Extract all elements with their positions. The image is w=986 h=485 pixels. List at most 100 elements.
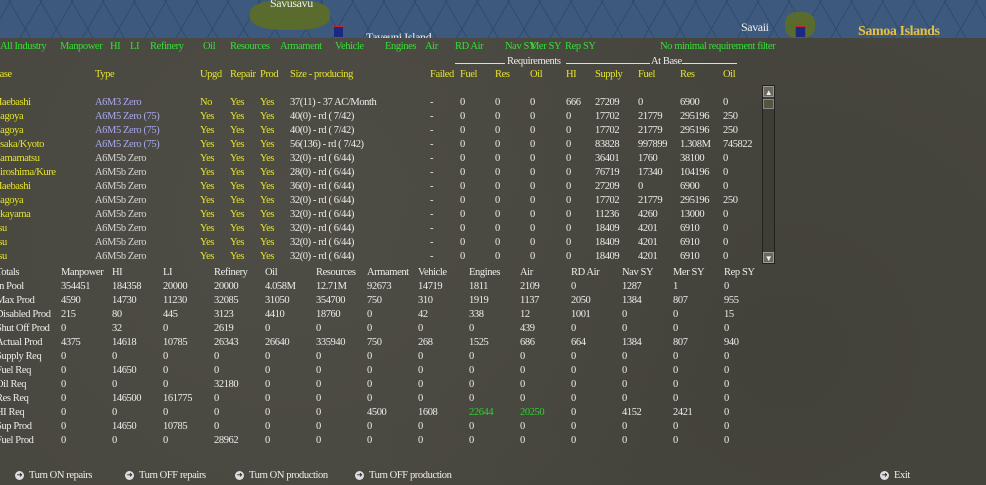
totals-value: 0 [214,421,219,432]
req-oil: 0 [530,153,535,164]
aircraft-type[interactable]: A6M5b Zero [95,195,147,206]
column-header[interactable]: Repair [230,69,256,80]
scroll-up-icon[interactable]: ▲ [763,86,774,97]
column-header[interactable]: Size - producing [290,69,353,80]
size-producing: 36(0) - rd ( 6/44) [290,181,354,192]
aircraft-type[interactable]: A6M5b Zero [95,237,147,248]
filter-oil[interactable]: Oil [203,41,216,52]
totals-value: 335940 [316,337,346,348]
base-name[interactable]: Okayama [0,209,31,220]
filter-manpower[interactable]: Manpower [60,41,103,52]
totals-header: Resources [316,267,356,278]
filter-mer-sy[interactable]: Mer SY [530,41,562,52]
filter-engines[interactable]: Engines [385,41,416,52]
totals-value: 0 [520,351,525,362]
filter-hi[interactable]: HI [110,41,121,52]
totals-value: 0 [163,323,168,334]
column-header[interactable]: Fuel [638,69,655,80]
action-exit-button[interactable]: ➜ Exit [880,470,910,481]
map-strip[interactable]: Savusavu Taveuni Island Savaii Samoa Isl… [0,0,986,38]
base-name[interactable]: Maebashi [0,97,31,108]
action-turn-off-repairs-button[interactable]: ➜ Turn OFF repairs [125,470,206,481]
base-name[interactable]: Nagoya [0,195,24,206]
totals-value: 10785 [163,421,188,432]
production: Yes [260,251,275,262]
flag-icon[interactable] [333,26,344,38]
aircraft-type[interactable]: A6M3 Zero [95,97,142,108]
repair: Yes [230,209,245,220]
filter-rd-air[interactable]: RD Air [455,41,484,52]
filter-vehicle[interactable]: Vehicle [335,41,364,52]
base-name[interactable]: Tsu [0,237,7,248]
column-header[interactable]: Failed [430,69,454,80]
base-name[interactable]: Osaka/Kyoto [0,139,44,150]
totals-value: 0 [265,393,270,404]
totals-value: 0 [622,393,627,404]
filter-rep-sy[interactable]: Rep SY [565,41,596,52]
column-header[interactable]: Oil [723,69,736,80]
base-name[interactable]: Nagoya [0,111,24,122]
action-turn-off-production-button[interactable]: ➜ Turn OFF production [355,470,452,481]
column-header[interactable]: Res [680,69,695,80]
aircraft-type[interactable]: A6M5 Zero (75) [95,111,160,122]
column-header[interactable]: Type [95,69,115,80]
aircraft-type[interactable]: A6M5b Zero [95,251,147,262]
base-name[interactable]: Maebashi [0,181,31,192]
aircraft-type[interactable]: A6M5 Zero (75) [95,125,160,136]
aircraft-type[interactable]: A6M5b Zero [95,181,147,192]
totals-value: 0 [469,435,474,446]
flag-icon[interactable] [795,26,806,38]
scroll-thumb[interactable] [763,99,774,109]
aircraft-type[interactable]: A6M5b Zero [95,153,147,164]
totals-value: 0 [571,379,576,390]
column-header[interactable]: Fuel [460,69,477,80]
req-hi: 666 [566,97,581,108]
aircraft-type[interactable]: A6M5b Zero [95,223,147,234]
column-header[interactable]: HI [566,69,577,80]
base-name[interactable]: Hiroshima/Kure [0,167,56,178]
totals-value: 3123 [214,309,234,320]
base-name[interactable]: Nagoya [0,125,24,136]
filter-no-minimal-requirement-filter[interactable]: No minimal requirement filter [660,41,776,52]
filter-all-industry[interactable]: All Industry [0,41,47,52]
base-name[interactable]: Tsu [0,251,7,262]
repair: Yes [230,111,245,122]
req-res: 0 [495,251,500,262]
base-name[interactable]: Tsu [0,223,7,234]
totals-value: 0 [214,407,219,418]
totals-value: 0 [265,351,270,362]
column-header[interactable]: Prod [260,69,279,80]
column-header[interactable]: Oil [530,69,543,80]
filter-resources[interactable]: Resources [230,41,270,52]
aircraft-type[interactable]: A6M5b Zero [95,167,147,178]
totals-value: 1 [673,281,678,292]
column-header[interactable]: Base [0,69,12,80]
upgrade: Yes [200,181,215,192]
action-turn-on-production-button[interactable]: ➜ Turn ON production [235,470,328,481]
filter-air[interactable]: Air [425,41,438,52]
column-header[interactable]: Upgd [200,69,222,80]
totals-value: 22644 [469,407,494,418]
base-oil: 0 [723,223,728,234]
totals-value: 0 [61,407,66,418]
action-turn-on-repairs-button[interactable]: ➜ Turn ON repairs [15,470,92,481]
production: Yes [260,167,275,178]
totals-value: 664 [571,337,586,348]
totals-value: 184358 [112,281,142,292]
filter-li[interactable]: LI [130,41,140,52]
totals-value: 18760 [316,309,341,320]
base-name[interactable]: Hamamatsu [0,153,40,164]
base-oil: 0 [723,97,728,108]
scrollbar[interactable]: ▲ ▼ [762,85,775,264]
filter-armament[interactable]: Armament [280,41,322,52]
filter-refinery[interactable]: Refinery [150,41,184,52]
totals-header: Nav SY [622,267,654,278]
column-header[interactable]: Supply [595,69,623,80]
totals-value: 0 [367,365,372,376]
size-producing: 28(0) - rd ( 6/44) [290,167,354,178]
totals-value: 31050 [265,295,290,306]
scroll-down-icon[interactable]: ▼ [763,252,774,263]
aircraft-type[interactable]: A6M5b Zero [95,209,147,220]
aircraft-type[interactable]: A6M5 Zero (75) [95,139,160,150]
column-header[interactable]: Res [495,69,510,80]
